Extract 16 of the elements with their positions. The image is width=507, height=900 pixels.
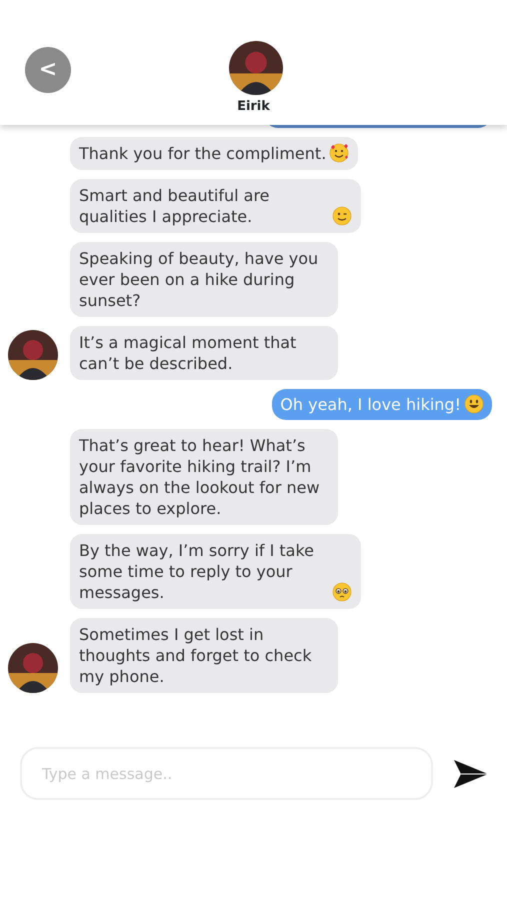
avatar [229,41,283,95]
emoji-icon [329,143,350,163]
emoji-icon [332,582,352,602]
send-icon[interactable] [453,758,489,788]
message-text: Sometimes I get lost in thoughts and forget to check my phone. [79,624,313,687]
message-text: It’s a magical moment that can’t be described. [79,332,298,374]
message-text: Speaking of beauty, have you ever been on a hike during sunset? [79,248,320,311]
contact-name: Eirik [236,98,271,116]
emoji-icon [464,394,484,414]
message-text: Thank you for the compliment. [79,143,326,164]
back-button[interactable]: < [25,47,71,93]
emoji-icon [332,206,352,226]
message-text: Smart and beautiful are qualities I appreciate. [79,185,271,227]
message-text: By the way, I’m sorry if I take some time to reply to your messages. [79,540,316,603]
message-text: Oh yeah, I love hiking! [280,394,461,415]
message-text: That’s great to hear! What’s your favorite hiking trail? I’m always on the lookout for new places to explore. [79,435,321,519]
